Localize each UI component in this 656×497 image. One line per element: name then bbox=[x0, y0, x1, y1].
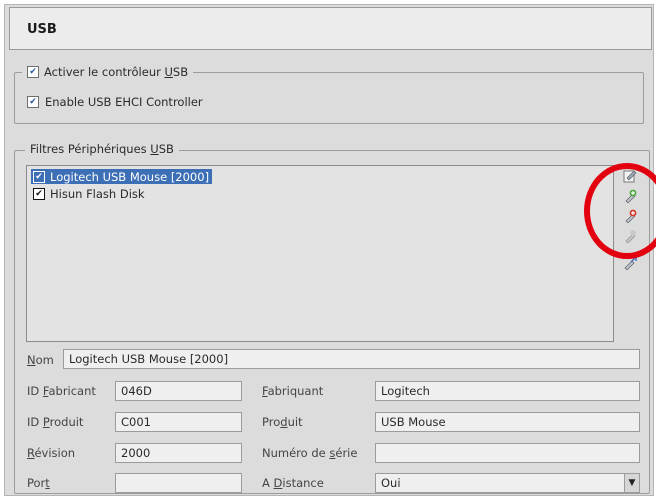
checkbox-check-icon: ✔ bbox=[27, 96, 39, 108]
port-label: Port bbox=[27, 476, 50, 490]
remove-filter-icon[interactable] bbox=[622, 228, 638, 244]
remote-select-value: Oui bbox=[381, 476, 401, 490]
add-from-device-icon[interactable] bbox=[622, 208, 638, 224]
enable-usb-controller-label: Activer le contrôleur USB bbox=[44, 65, 189, 79]
page-header: USB bbox=[9, 7, 652, 50]
product-field[interactable]: USB Mouse bbox=[375, 412, 640, 432]
port-field[interactable] bbox=[115, 473, 242, 493]
remote-label: A Distance bbox=[262, 476, 324, 490]
enable-ehci-label: Enable USB EHCI Controller bbox=[45, 95, 203, 109]
list-item[interactable]: ✔ Hisun Flash Disk bbox=[31, 186, 148, 201]
usb-filter-list[interactable]: ✔ Logitech USB Mouse [2000] ✔ Hisun Flas… bbox=[26, 165, 614, 342]
revision-label: Révision bbox=[27, 446, 76, 460]
list-item[interactable]: ✔ Logitech USB Mouse [2000] bbox=[31, 169, 213, 184]
filter-toolbar bbox=[619, 165, 641, 285]
add-filter-icon[interactable] bbox=[622, 188, 638, 204]
manufacturer-label: Fabriquant bbox=[262, 384, 324, 398]
checkbox-check-icon: ✔ bbox=[27, 66, 39, 78]
filter-enabled-checkbox[interactable]: ✔ bbox=[33, 170, 45, 183]
manufacturer-field[interactable]: Logitech bbox=[375, 381, 640, 401]
page-title: USB bbox=[27, 22, 57, 37]
filter-enabled-checkbox[interactable]: ✔ bbox=[33, 187, 45, 200]
serial-number-field[interactable] bbox=[375, 443, 640, 463]
filter-label: Logitech USB Mouse [2000] bbox=[50, 169, 210, 184]
move-filter-icon[interactable] bbox=[622, 255, 638, 271]
edit-filter-icon[interactable] bbox=[622, 168, 638, 184]
chevron-down-icon[interactable]: ▼ bbox=[624, 474, 639, 492]
filter-label: Hisun Flash Disk bbox=[50, 186, 145, 201]
vendor-id-label: ID Fabricant bbox=[27, 384, 96, 398]
usb-filters-title: Filtres Périphériques USB bbox=[30, 142, 174, 156]
usb-filters-legend: Filtres Périphériques USB bbox=[25, 142, 179, 156]
remote-select[interactable]: Oui ▼ bbox=[375, 473, 640, 493]
enable-usb-controller-checkbox[interactable]: ✔ Activer le contrôleur USB bbox=[22, 65, 194, 79]
product-label: Produit bbox=[262, 415, 303, 429]
name-field[interactable]: Logitech USB Mouse [2000] bbox=[63, 349, 640, 369]
name-label: Nom bbox=[27, 353, 54, 367]
vendor-id-field[interactable]: 046D bbox=[115, 381, 242, 401]
product-id-field[interactable]: C001 bbox=[115, 412, 242, 432]
serial-number-label: Numéro de série bbox=[262, 446, 358, 460]
product-id-label: ID Produit bbox=[27, 415, 84, 429]
enable-ehci-checkbox[interactable]: ✔ Enable USB EHCI Controller bbox=[27, 95, 203, 109]
revision-field[interactable]: 2000 bbox=[115, 443, 242, 463]
